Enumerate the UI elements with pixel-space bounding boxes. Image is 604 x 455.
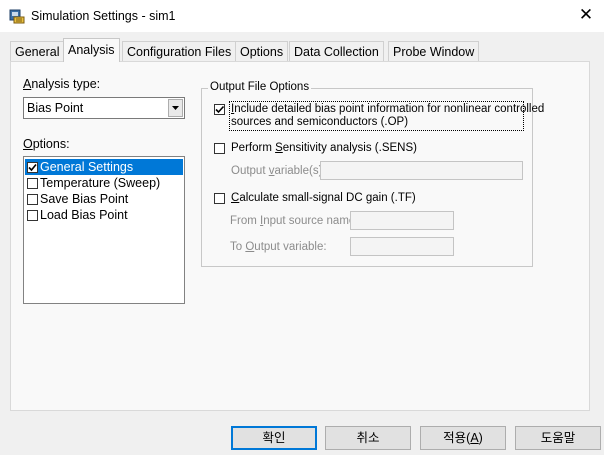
- options-listbox[interactable]: General Settings Temperature (Sweep) Sav…: [23, 156, 185, 304]
- input-source-name-field[interactable]: [350, 211, 454, 230]
- dc-gain-checkbox[interactable]: [214, 193, 225, 204]
- ok-button[interactable]: 확인: [231, 426, 317, 450]
- detailed-bias-point-label[interactable]: Include detailed bias point information …: [231, 103, 544, 129]
- checkbox-icon[interactable]: [27, 210, 38, 221]
- analysis-type-label: Analysis type:: [23, 77, 101, 91]
- window-title: Simulation Settings - sim1: [31, 9, 176, 23]
- tab-analysis[interactable]: Analysis: [63, 38, 120, 62]
- tab-probe-window[interactable]: Probe Window: [388, 41, 480, 61]
- options-label: Options:: [23, 137, 70, 151]
- chevron-down-icon[interactable]: [168, 99, 183, 117]
- help-button[interactable]: 도움말: [515, 426, 601, 450]
- list-item-save-bias-point[interactable]: Save Bias Point: [25, 191, 183, 207]
- tab-configuration-files[interactable]: Configuration Files: [122, 41, 237, 61]
- dc-gain-label[interactable]: Calculate small-signal DC gain (.TF): [231, 192, 416, 204]
- output-variable-field[interactable]: [350, 237, 454, 256]
- tab-data-collection[interactable]: Data Collection: [289, 41, 384, 61]
- cancel-button[interactable]: 취소: [325, 426, 411, 450]
- close-icon[interactable]: ✕: [575, 4, 597, 26]
- checkbox-icon[interactable]: [27, 178, 38, 189]
- checkbox-icon[interactable]: [27, 194, 38, 205]
- tab-general[interactable]: General: [10, 41, 65, 61]
- detailed-bias-point-checkbox[interactable]: [214, 104, 225, 115]
- sensitivity-analysis-checkbox[interactable]: [214, 143, 225, 154]
- output-variable-label: To Output variable:: [230, 241, 327, 253]
- list-item-general-settings[interactable]: General Settings: [25, 159, 183, 175]
- output-variables-label: Output variable(s):: [231, 165, 326, 177]
- list-item-load-bias-point[interactable]: Load Bias Point: [25, 207, 183, 223]
- apply-button[interactable]: 적용(A): [420, 426, 506, 450]
- output-file-options-title: Output File Options: [208, 81, 312, 93]
- app-icon: [9, 8, 25, 24]
- output-variables-field[interactable]: [320, 161, 523, 180]
- input-source-name-label: From Input source name:: [230, 215, 359, 227]
- tab-options[interactable]: Options: [235, 41, 289, 61]
- analysis-type-value: Bias Point: [27, 101, 84, 115]
- checkbox-icon[interactable]: [27, 162, 38, 173]
- analysis-type-dropdown[interactable]: Bias Point: [23, 97, 185, 119]
- sensitivity-analysis-label[interactable]: Perform Sensitivity analysis (.SENS): [231, 142, 417, 154]
- list-item-temperature-sweep[interactable]: Temperature (Sweep): [25, 175, 183, 191]
